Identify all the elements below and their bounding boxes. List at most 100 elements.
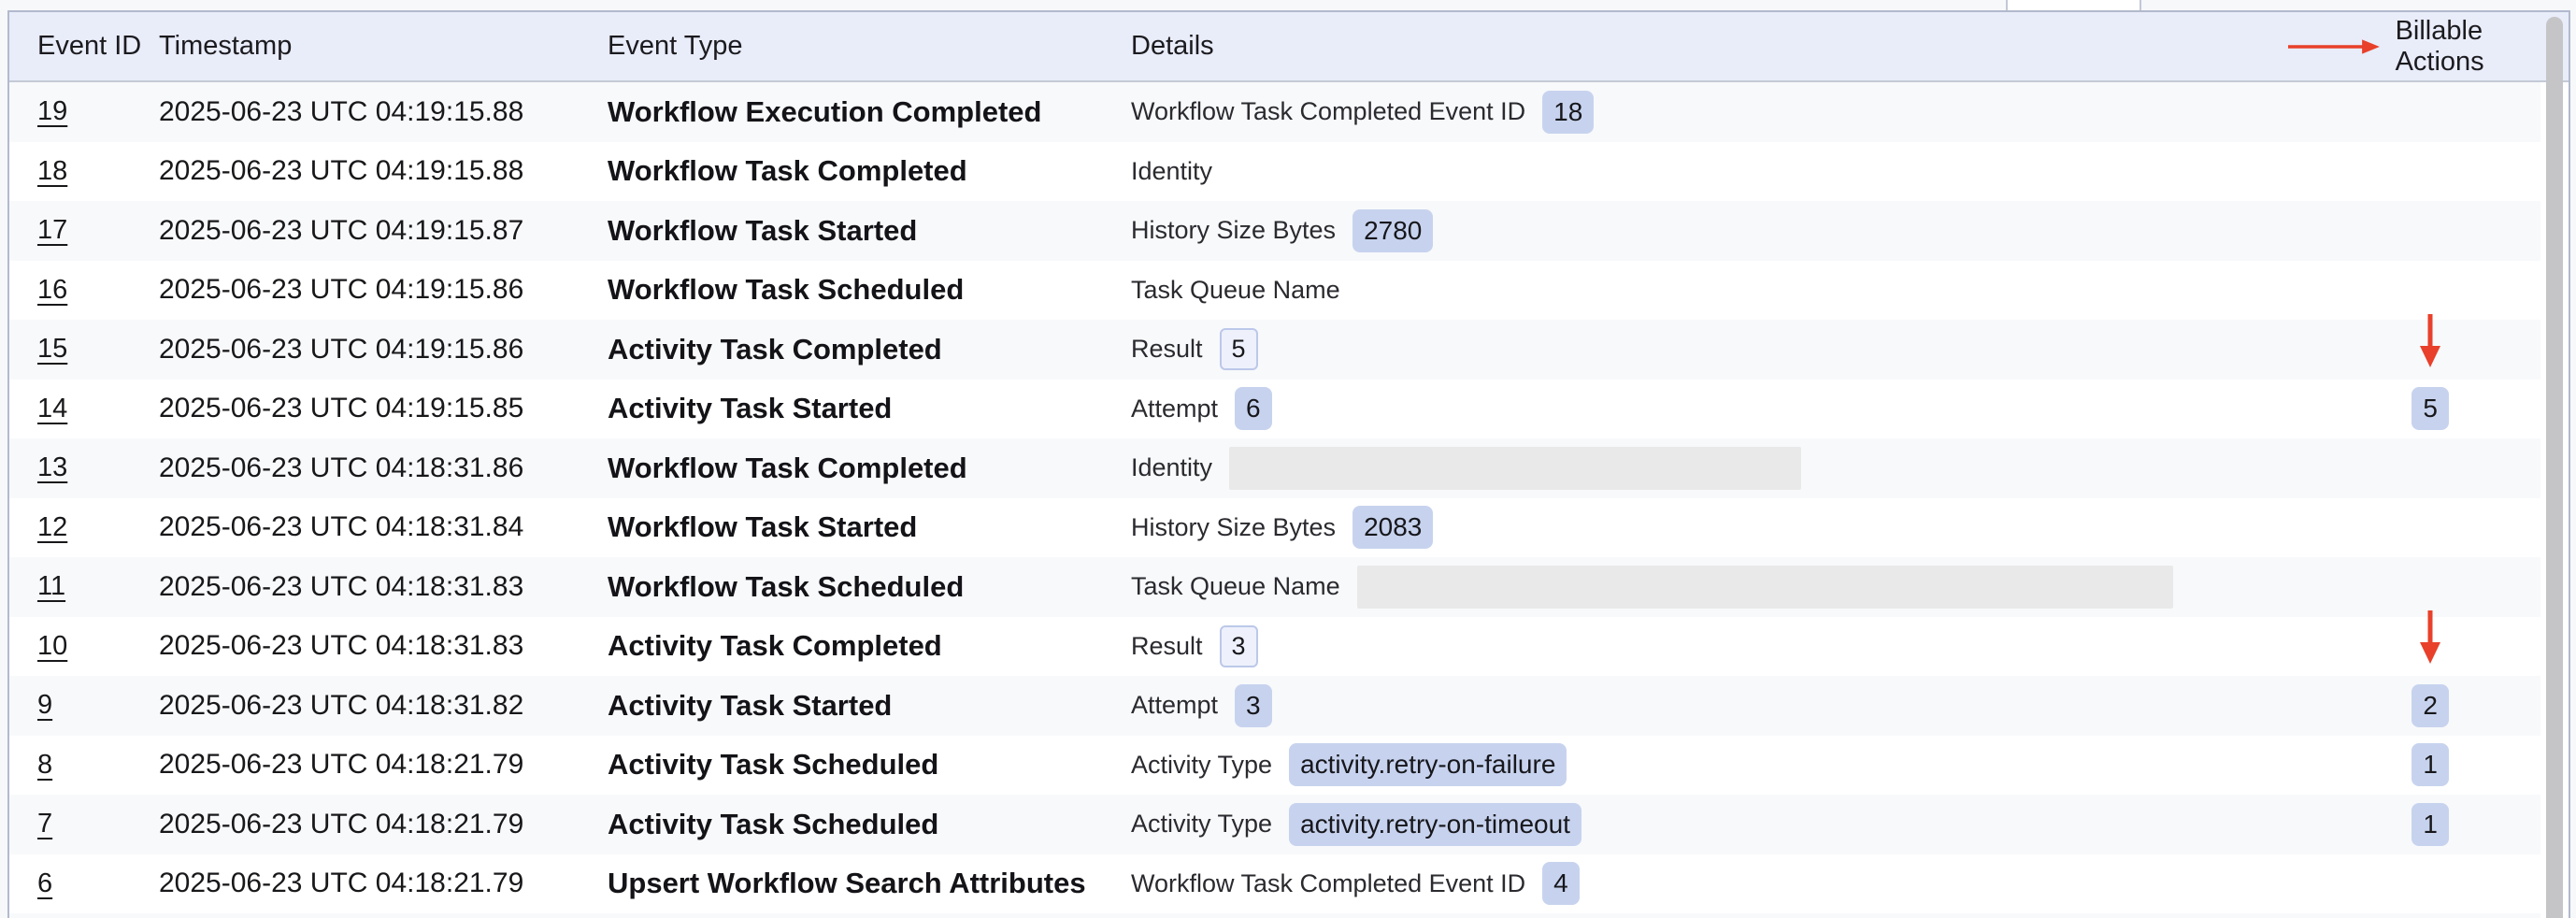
timestamp: 2025-06-23 UTC 04:19:15.87: [159, 215, 608, 247]
detail-label: Attempt: [1131, 691, 1218, 720]
billable-cell: 1: [2260, 803, 2540, 846]
detail-value-badge: 18: [1542, 91, 1594, 134]
event-id-link[interactable]: 11: [37, 571, 65, 602]
detail-value-badge: 4: [1542, 862, 1580, 905]
detail-label: Attempt: [1131, 394, 1218, 423]
table-row[interactable]: 11 2025-06-23 UTC 04:18:31.83 Workflow T…: [9, 557, 2540, 617]
table-row[interactable]: 8 2025-06-23 UTC 04:18:21.79 Activity Ta…: [9, 736, 2540, 796]
event-type: Activity Task Started: [608, 392, 1131, 425]
timestamp: 2025-06-23 UTC 04:18:31.86: [159, 452, 608, 484]
detail-label: Identity: [1131, 157, 1212, 186]
event-type: Activity Task Started: [608, 689, 1131, 723]
timestamp: 2025-06-23 UTC 04:19:15.88: [159, 155, 608, 187]
billable-cell: 2: [2260, 684, 2540, 727]
event-history-table: Event ID Timestamp Event Type Details Bi…: [7, 10, 2570, 918]
details-cell: History Size Bytes 2780: [1131, 209, 2260, 252]
billable-actions-badge: 5: [2411, 387, 2449, 430]
event-id-link[interactable]: 17: [37, 215, 67, 246]
event-type: Workflow Task Completed: [608, 452, 1131, 485]
event-id-link[interactable]: 15: [37, 334, 67, 365]
table-row[interactable]: 7 2025-06-23 UTC 04:18:21.79 Activity Ta…: [9, 795, 2540, 854]
details-cell: Activity Type activity.retry-on-failure: [1131, 743, 2260, 786]
top-ui-sliver: [0, 0, 2576, 10]
table-row[interactable]: 17 2025-06-23 UTC 04:19:15.87 Workflow T…: [9, 201, 2540, 261]
details-cell: Result 5: [1131, 328, 2260, 370]
details-cell: Activity Type activity.retry-on-timeout: [1131, 803, 2260, 846]
detail-label: Identity: [1131, 453, 1212, 482]
event-id-link[interactable]: 18: [37, 156, 67, 187]
detail-value-badge: activity.retry-on-timeout: [1289, 803, 1581, 846]
event-id-link[interactable]: 8: [37, 750, 52, 781]
detail-label: Activity Type: [1131, 751, 1272, 780]
red-right-arrow-icon: [2288, 35, 2381, 59]
table-row[interactable]: 10 2025-06-23 UTC 04:18:31.83 Activity T…: [9, 617, 2540, 677]
event-id-link[interactable]: 14: [37, 394, 67, 424]
timestamp: 2025-06-23 UTC 04:19:15.86: [159, 274, 608, 306]
detail-label: Task Queue Name: [1131, 572, 1340, 601]
table-row[interactable]: 15 2025-06-23 UTC 04:19:15.86 Activity T…: [9, 320, 2540, 380]
table-row[interactable]: 19 2025-06-23 UTC 04:19:15.88 Workflow E…: [9, 82, 2540, 142]
detail-label: Result: [1131, 632, 1203, 661]
detail-label: History Size Bytes: [1131, 216, 1336, 245]
detail-label: Workflow Task Completed Event ID: [1131, 97, 1525, 126]
details-cell: Result 3: [1131, 625, 2260, 667]
event-type: Workflow Task Completed: [608, 154, 1131, 188]
column-header-billable-actions: Billable Actions: [2288, 16, 2569, 78]
column-header-timestamp: Timestamp: [159, 31, 608, 62]
event-type: Activity Task Scheduled: [608, 748, 1131, 782]
detail-value-badge: 5: [1220, 328, 1258, 370]
detail-value-badge: 3: [1220, 625, 1258, 667]
event-type: Workflow Task Scheduled: [608, 273, 1131, 307]
detail-value-badge: 2083: [1352, 506, 1433, 549]
table-row[interactable]: 9 2025-06-23 UTC 04:18:31.82 Activity Ta…: [9, 676, 2540, 736]
event-id-link[interactable]: 13: [37, 452, 67, 483]
table-header-row: Event ID Timestamp Event Type Details Bi…: [9, 12, 2569, 82]
event-type: Workflow Execution Completed: [608, 95, 1131, 129]
billable-actions-badge: 1: [2411, 743, 2449, 786]
timestamp: 2025-06-23 UTC 04:18:31.83: [159, 571, 608, 603]
detail-value-badge: [1357, 566, 2173, 609]
event-id-link[interactable]: 7: [37, 809, 52, 839]
table-row[interactable]: 6 2025-06-23 UTC 04:18:21.79 Upsert Work…: [9, 854, 2540, 914]
vertical-scrollbar-thumb[interactable]: [2546, 17, 2563, 918]
event-type: Activity Task Completed: [608, 333, 1131, 366]
table-row[interactable]: 13 2025-06-23 UTC 04:18:31.86 Workflow T…: [9, 438, 2540, 498]
event-type: Activity Task Scheduled: [608, 808, 1131, 841]
event-id-link[interactable]: 19: [37, 96, 67, 127]
event-id-link[interactable]: 6: [37, 868, 52, 899]
billable-cell: 1: [2260, 743, 2540, 786]
timestamp: 2025-06-23 UTC 04:18:31.84: [159, 511, 608, 543]
event-type: Workflow Task Scheduled: [608, 570, 1131, 604]
timestamp: 2025-06-23 UTC 04:18:21.79: [159, 749, 608, 781]
timestamp: 2025-06-23 UTC 04:18:31.83: [159, 630, 608, 662]
timestamp: 2025-06-23 UTC 04:18:31.82: [159, 690, 608, 722]
column-header-event-type: Event Type: [608, 31, 1131, 62]
event-id-link[interactable]: 9: [37, 690, 52, 721]
billable-actions-badge: 2: [2411, 684, 2449, 727]
detail-label: Result: [1131, 335, 1203, 364]
event-type: Activity Task Completed: [608, 629, 1131, 663]
details-cell: Identity: [1131, 447, 2260, 490]
billable-actions-label: Billable Actions: [2396, 16, 2522, 78]
table-row[interactable]: 16 2025-06-23 UTC 04:19:15.86 Workflow T…: [9, 261, 2540, 321]
timestamp: 2025-06-23 UTC 04:18:21.79: [159, 868, 608, 899]
red-down-arrow-icon: [2418, 314, 2442, 368]
detail-value-badge: 2780: [1352, 209, 1433, 252]
event-id-link[interactable]: 16: [37, 275, 67, 306]
detail-value-badge: 3: [1235, 684, 1272, 727]
details-cell: Attempt 3: [1131, 684, 2260, 727]
top-ui-sliver-gap: [2006, 0, 2141, 10]
detail-label: History Size Bytes: [1131, 513, 1336, 542]
detail-value-badge: [1229, 447, 1801, 490]
table-row[interactable]: 12 2025-06-23 UTC 04:18:31.84 Workflow T…: [9, 498, 2540, 558]
detail-label: Task Queue Name: [1131, 276, 1340, 305]
detail-label: Activity Type: [1131, 810, 1272, 839]
event-id-link[interactable]: 12: [37, 512, 67, 543]
table-row[interactable]: 14 2025-06-23 UTC 04:19:15.85 Activity T…: [9, 380, 2540, 439]
timestamp: 2025-06-23 UTC 04:19:15.88: [159, 96, 608, 128]
event-type: Workflow Task Started: [608, 510, 1131, 544]
partial-next-row: [9, 913, 2540, 918]
event-id-link[interactable]: 10: [37, 631, 67, 662]
timestamp: 2025-06-23 UTC 04:19:15.86: [159, 334, 608, 366]
table-row[interactable]: 18 2025-06-23 UTC 04:19:15.88 Workflow T…: [9, 142, 2540, 202]
